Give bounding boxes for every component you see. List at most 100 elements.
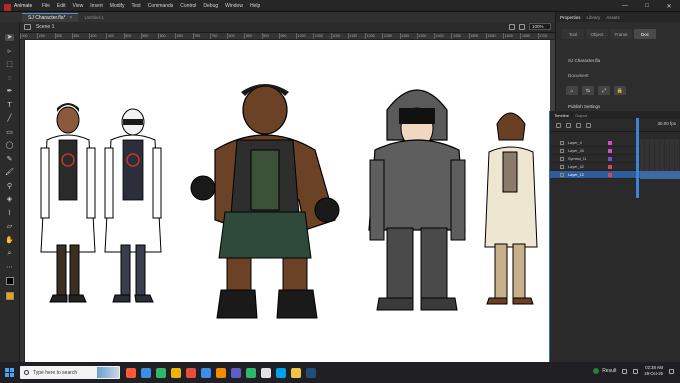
layer-frames[interactable] (640, 147, 680, 155)
taskbar-app-icon[interactable] (126, 367, 136, 378)
status-widget[interactable]: Result (593, 368, 616, 374)
taskbar-app-icon[interactable] (231, 367, 241, 378)
taskbar-app-icon[interactable] (306, 367, 316, 378)
windows-start-icon[interactable] (5, 368, 14, 377)
layer-frames[interactable] (640, 171, 680, 179)
scene-name[interactable]: Scene 1 (36, 24, 54, 30)
layer-row[interactable]: Symbol_11 (550, 155, 680, 163)
more-tools-icon[interactable]: ⋯ (5, 264, 14, 271)
fit-icon[interactable]: ⤢ (598, 86, 610, 95)
zoom-select[interactable]: 100% (529, 23, 551, 30)
lock-icon[interactable]: 🔒 (614, 86, 626, 95)
segment-doc[interactable]: Doc (634, 29, 656, 39)
taskbar-app-icon[interactable] (246, 367, 256, 378)
subselection-tool-icon[interactable]: ▹ (5, 48, 14, 55)
loop-icon[interactable] (576, 122, 581, 128)
close-tab-icon[interactable]: × (70, 15, 73, 21)
menu-help[interactable]: Help (246, 3, 263, 9)
layer-color[interactable] (608, 149, 612, 153)
pencil-tool-icon[interactable]: ✎ (5, 156, 14, 163)
play-icon[interactable] (566, 122, 571, 128)
stage-canvas[interactable] (25, 40, 550, 362)
zoom-tool-icon[interactable]: ⌕ (5, 250, 14, 257)
taskbar-app-icon[interactable] (186, 367, 196, 378)
pen-tool-icon[interactable]: ✒ (5, 88, 14, 95)
layer-color[interactable] (608, 141, 612, 145)
layer-frames[interactable] (640, 163, 680, 171)
tab-library[interactable]: Library (587, 15, 601, 20)
menu-view[interactable]: View (69, 3, 87, 9)
layer-color[interactable] (608, 157, 612, 161)
eraser-tool-icon[interactable]: ▱ (5, 223, 14, 230)
scene-icon[interactable] (24, 24, 31, 30)
character-brute[interactable] (190, 84, 340, 319)
selection-tool-icon[interactable]: ➤ (5, 34, 14, 41)
text-tool-icon[interactable]: T (5, 102, 14, 109)
tab-assets[interactable]: Assets (606, 15, 620, 20)
taskbar-app-icon[interactable] (156, 367, 166, 378)
menu-file[interactable]: File (38, 3, 53, 9)
stroke-color-swatch[interactable] (5, 277, 14, 285)
layer-color[interactable] (608, 165, 612, 169)
lasso-tool-icon[interactable]: ◌ (5, 75, 14, 82)
close-button[interactable]: ✕ (658, 0, 680, 12)
network-icon[interactable] (622, 368, 628, 374)
stage-pasteboard[interactable] (25, 40, 555, 362)
menu-commands[interactable]: Commands (144, 3, 177, 9)
taskbar-app-icon[interactable] (201, 367, 211, 378)
taskbar-app-icon[interactable] (141, 367, 151, 378)
taskbar-app-icon[interactable] (276, 367, 286, 378)
taskbar-clock[interactable]: 02:38 AM 28-Oct-25 (644, 365, 663, 377)
taskbar-search[interactable]: Type here to search (20, 366, 120, 379)
layer-row-selected[interactable]: Layer_12 (550, 171, 680, 179)
hand-tool-icon[interactable]: ✋ (5, 237, 14, 244)
menu-window[interactable]: Window (222, 3, 247, 9)
layer-row[interactable]: Layer_4 (550, 139, 680, 147)
menu-edit[interactable]: Edit (53, 3, 69, 9)
layer-row[interactable]: Layer_42 (550, 163, 680, 171)
volume-icon[interactable] (633, 368, 639, 374)
layer-options-icon[interactable] (556, 122, 561, 128)
character-hooded-figure[interactable] (368, 89, 466, 311)
onion-skin-icon[interactable] (586, 122, 591, 128)
line-tool-icon[interactable]: ╱ (5, 115, 14, 122)
rectangle-tool-icon[interactable]: ▭ (5, 129, 14, 136)
tab-untitled-document[interactable]: Untitled-1 (78, 13, 109, 22)
menu-modify[interactable]: Modify (106, 3, 128, 9)
timeline-playhead[interactable] (636, 118, 639, 198)
taskbar-app-icon[interactable] (216, 367, 226, 378)
tab-active-document[interactable]: SJ Character.fla* × (22, 13, 79, 22)
segment-tool[interactable]: Tool (562, 29, 584, 39)
layer-frames[interactable] (640, 155, 680, 163)
segment-object[interactable]: Object (586, 29, 608, 39)
center-stage-icon[interactable] (519, 23, 525, 30)
layer-row[interactable]: Layer_40 (550, 147, 680, 155)
home-icon[interactable]: ⌂ (566, 86, 578, 95)
bone-tool-icon[interactable]: ⚲ (5, 183, 14, 190)
swap-icon[interactable]: ⇆ (582, 86, 594, 95)
taskbar-app-icon[interactable] (291, 367, 301, 378)
publish-settings-header[interactable]: Publish Settings (568, 104, 600, 109)
layer-color[interactable] (608, 173, 612, 177)
tab-output[interactable]: Output (575, 113, 587, 118)
eyedropper-tool-icon[interactable]: ⌇ (5, 210, 14, 217)
character-woman-coat[interactable] (484, 112, 538, 305)
free-transform-tool-icon[interactable]: ⬚ (5, 61, 14, 68)
maximize-button[interactable]: □ (636, 0, 658, 12)
menu-insert[interactable]: Insert (87, 3, 107, 9)
brush-tool-icon[interactable]: 🖌 (5, 169, 14, 176)
segment-frame[interactable]: Frame (610, 29, 632, 39)
edit-symbols-icon[interactable] (509, 23, 515, 30)
fill-color-swatch[interactable] (5, 291, 14, 300)
taskbar-app-icon[interactable] (261, 367, 271, 378)
notifications-icon[interactable] (669, 368, 674, 374)
minimize-button[interactable]: — (614, 0, 636, 12)
character-masked-man[interactable] (104, 108, 162, 303)
layer-frames[interactable] (640, 139, 680, 147)
oval-tool-icon[interactable]: ◯ (5, 142, 14, 149)
menu-control[interactable]: Control (177, 3, 200, 9)
tab-timeline[interactable]: Timeline (554, 113, 569, 118)
tab-properties[interactable]: Properties (560, 15, 581, 20)
menu-debug[interactable]: Debug (200, 3, 222, 9)
character-lab-coat-man[interactable] (40, 103, 96, 303)
